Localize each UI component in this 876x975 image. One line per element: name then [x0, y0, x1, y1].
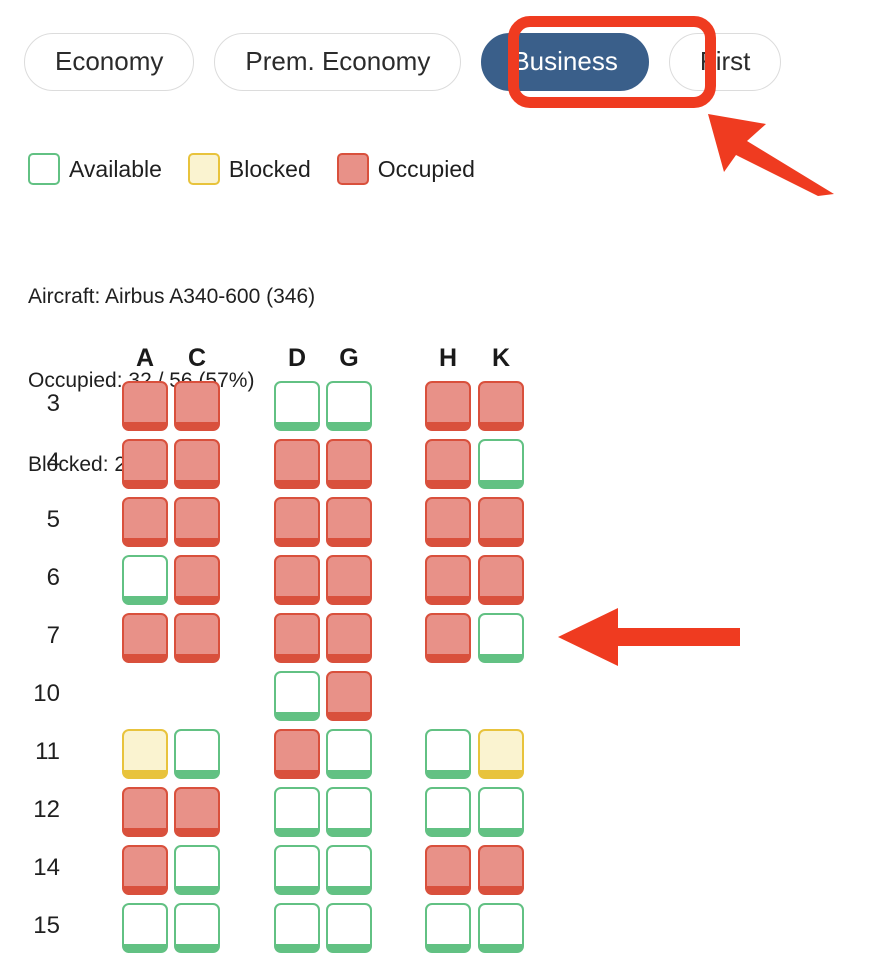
legend-item-occupied: Occupied	[336, 153, 475, 185]
seat-14A[interactable]	[122, 845, 168, 895]
blocked-swatch-icon	[187, 153, 220, 185]
seat-6C[interactable]	[174, 555, 220, 605]
seat-row-label-5: 5	[46, 506, 60, 533]
seat-7K[interactable]	[478, 613, 524, 663]
seat-4D[interactable]	[274, 439, 320, 489]
seat-3A[interactable]	[122, 381, 168, 431]
seat-4G[interactable]	[326, 439, 372, 489]
seat-14K[interactable]	[478, 845, 524, 895]
seat-row-label-15: 15	[33, 912, 60, 939]
seat-5G[interactable]	[326, 497, 372, 547]
seat-14C[interactable]	[174, 845, 220, 895]
seat-11C[interactable]	[174, 729, 220, 779]
seat-4H[interactable]	[425, 439, 471, 489]
seat-column-header-c: C	[187, 344, 207, 372]
seat-row-label-6: 6	[46, 564, 60, 591]
seat-11K[interactable]	[478, 729, 524, 779]
blocked-line: Blocked: 2 / 56	[28, 453, 167, 476]
occupied-swatch-icon	[336, 153, 369, 185]
tab-economy[interactable]: Economy	[24, 33, 195, 91]
seat-15K[interactable]	[478, 903, 524, 953]
seat-11H[interactable]	[425, 729, 471, 779]
seat-12A[interactable]	[122, 787, 168, 837]
seat-15D[interactable]	[274, 903, 320, 953]
seat-10D[interactable]	[274, 671, 320, 721]
seat-7D[interactable]	[274, 613, 320, 663]
seat-4C[interactable]	[174, 439, 220, 489]
seat-6G[interactable]	[326, 555, 372, 605]
available-swatch-icon	[28, 153, 60, 185]
seat-15H[interactable]	[425, 903, 471, 953]
seat-12K[interactable]	[478, 787, 524, 837]
seat-5A[interactable]	[122, 497, 168, 547]
seat-row-label-10: 10	[33, 680, 60, 707]
seat-row-label-7: 7	[46, 622, 60, 649]
occupied-line: Occupied: 32 / 56 (57%)	[28, 369, 255, 392]
seat-10G[interactable]	[326, 671, 372, 721]
seat-14D[interactable]	[274, 845, 320, 895]
seat-11A[interactable]	[122, 729, 168, 779]
seat-15G[interactable]	[326, 903, 372, 953]
seat-3C[interactable]	[174, 381, 220, 431]
seat-3G[interactable]	[326, 381, 372, 431]
seat-column-header-d: D	[287, 344, 307, 372]
aircraft-line: Aircraft: Airbus A340-600 (346)	[28, 285, 316, 308]
seat-5H[interactable]	[425, 497, 471, 547]
seat-3H[interactable]	[425, 381, 471, 431]
seat-row-label-14: 14	[33, 854, 60, 881]
seat-5C[interactable]	[174, 497, 220, 547]
seat-5K[interactable]	[478, 497, 524, 547]
seat-6K[interactable]	[478, 555, 524, 605]
seat-column-header-a: A	[135, 344, 155, 372]
seat-12G[interactable]	[326, 787, 372, 837]
seat-15A[interactable]	[122, 903, 168, 953]
seat-column-header-g: G	[339, 344, 359, 372]
seat-3D[interactable]	[274, 381, 320, 431]
seat-11D[interactable]	[274, 729, 320, 779]
tab-first[interactable]: First	[668, 33, 782, 91]
seat-12D[interactable]	[274, 787, 320, 837]
seat-6D[interactable]	[274, 555, 320, 605]
seat-row-label-12: 12	[33, 796, 60, 823]
seat-7A[interactable]	[122, 613, 168, 663]
arrow-left-icon	[558, 608, 740, 666]
seat-row-label-4: 4	[46, 448, 60, 475]
seat-7G[interactable]	[326, 613, 372, 663]
seat-3K[interactable]	[478, 381, 524, 431]
tab-business[interactable]: Business	[481, 33, 649, 91]
legend-label-occupied: Occupied	[377, 155, 475, 182]
seat-7H[interactable]	[425, 613, 471, 663]
seat-row-label-3: 3	[46, 390, 60, 417]
seat-14G[interactable]	[326, 845, 372, 895]
legend-item-available: Available	[28, 153, 162, 185]
legend-item-blocked: Blocked	[187, 153, 311, 185]
legend-label-available: Available	[69, 155, 162, 182]
seat-4A[interactable]	[122, 439, 168, 489]
seat-6A[interactable]	[122, 555, 168, 605]
flight-info: Aircraft: Airbus A340-600 (346) Occupied…	[28, 227, 315, 507]
seat-4K[interactable]	[478, 439, 524, 489]
seat-14H[interactable]	[425, 845, 471, 895]
seat-5D[interactable]	[274, 497, 320, 547]
cabin-class-tabs: Economy Prem. Economy Business First	[24, 33, 782, 91]
seat-15C[interactable]	[174, 903, 220, 953]
seat-12H[interactable]	[425, 787, 471, 837]
seat-column-header-k: K	[491, 344, 511, 372]
seat-12C[interactable]	[174, 787, 220, 837]
seat-11G[interactable]	[326, 729, 372, 779]
seat-column-header-h: H	[438, 344, 458, 372]
arrow-up-left-icon	[708, 114, 834, 196]
seat-row-label-11: 11	[35, 738, 60, 765]
tab-prem-economy[interactable]: Prem. Economy	[214, 33, 462, 91]
seat-6H[interactable]	[425, 555, 471, 605]
seat-7C[interactable]	[174, 613, 220, 663]
seat-status-legend: Available Blocked Occupied	[28, 153, 491, 185]
legend-label-blocked: Blocked	[228, 155, 311, 182]
